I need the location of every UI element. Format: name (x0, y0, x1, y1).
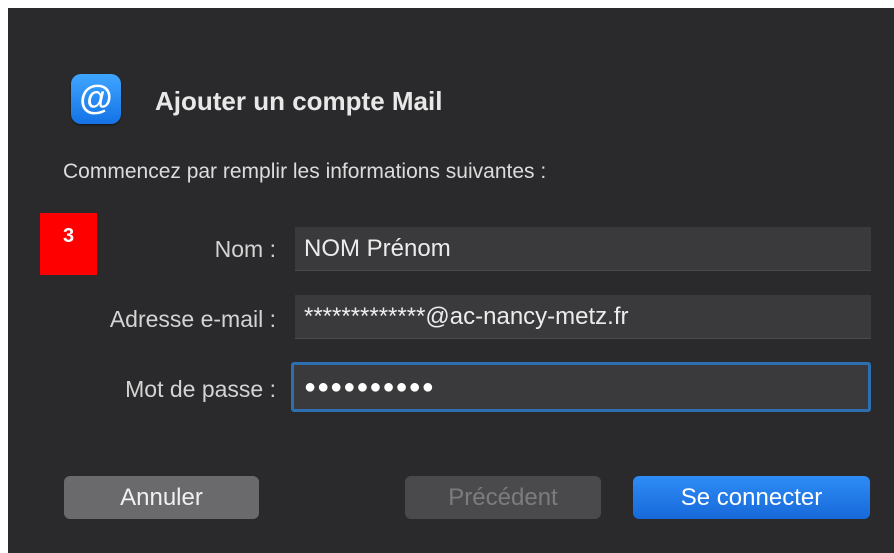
password-field[interactable]: ●●●●●●●●●● (291, 362, 871, 412)
add-mail-account-dialog: @ Ajouter un compte Mail Commencez par r… (0, 0, 894, 553)
previous-button[interactable]: Précédent (405, 476, 601, 519)
connect-button[interactable]: Se connecter (633, 476, 870, 519)
dialog-title: Ajouter un compte Mail (155, 86, 443, 116)
email-field[interactable]: *************@ac-nancy-metz.fr (295, 295, 871, 339)
password-label: Mot de passe : (125, 376, 276, 402)
dialog-subtitle: Commencez par remplir les informations s… (63, 160, 547, 183)
email-value: *************@ac-nancy-metz.fr (304, 302, 629, 330)
mail-at-icon: @ (71, 74, 121, 124)
at-symbol-glyph: @ (79, 79, 113, 117)
step-number-badge: 3 (40, 213, 97, 275)
email-label: Adresse e-mail : (109, 306, 276, 332)
password-value: ●●●●●●●●●● (304, 375, 435, 398)
name-label: Nom : (214, 236, 276, 262)
name-value: NOM Prénom (304, 234, 451, 262)
name-field[interactable]: NOM Prénom (295, 227, 871, 271)
cancel-button[interactable]: Annuler (64, 476, 259, 519)
